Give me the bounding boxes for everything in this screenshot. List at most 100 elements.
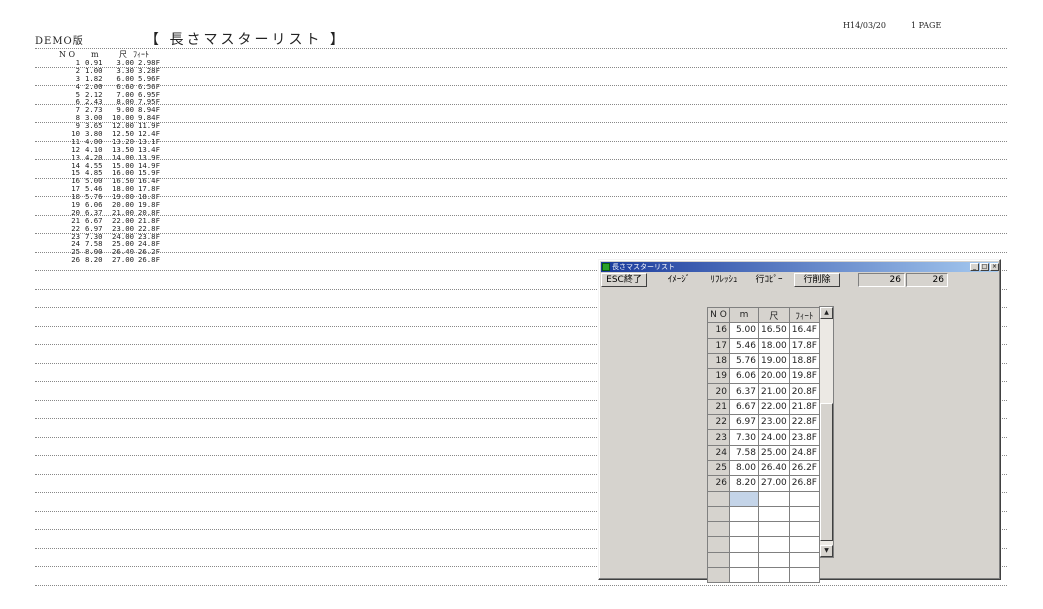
- maximize-button[interactable]: □: [980, 263, 989, 271]
- grid-cell[interactable]: [788, 505, 820, 523]
- grid-cell[interactable]: 22.8F: [788, 414, 820, 431]
- copy-row-button[interactable]: 行ｺﾋﾟｰ: [749, 273, 789, 287]
- scroll-up-arrow-icon[interactable]: ▲: [820, 307, 833, 319]
- vertical-scrollbar[interactable]: ▲ ▼: [819, 306, 834, 558]
- grid-row[interactable]: 25 8.00 26.40 26.2F: [707, 459, 820, 477]
- grid-row-number[interactable]: [707, 551, 730, 569]
- grid-row-number[interactable]: 22: [707, 414, 730, 431]
- grid-cell[interactable]: [788, 536, 820, 553]
- grid-column-header[interactable]: m: [729, 306, 759, 324]
- grid-cell[interactable]: [729, 551, 759, 569]
- grid-cell[interactable]: 22.00: [758, 398, 790, 416]
- grid-cell[interactable]: [758, 567, 790, 584]
- grid-cell[interactable]: 26.40: [758, 459, 790, 477]
- grid-row[interactable]: 21 6.67 22.00 21.8F: [707, 398, 820, 416]
- grid-cell[interactable]: [729, 521, 759, 538]
- grid-cell[interactable]: [758, 551, 790, 569]
- grid-cell[interactable]: 24.00: [758, 429, 790, 446]
- grid-cell[interactable]: 5.76: [729, 352, 759, 370]
- grid-row-number[interactable]: 19: [707, 368, 730, 385]
- title-bar[interactable]: 長さマスターリスト _ □ ×: [601, 262, 999, 272]
- grid-cell[interactable]: [758, 521, 790, 538]
- grid-column-header[interactable]: 尺: [758, 306, 790, 324]
- grid-cell[interactable]: 16.50: [758, 322, 790, 339]
- scroll-down-arrow-icon[interactable]: ▼: [820, 545, 833, 557]
- image-button[interactable]: ｲﾒｰｼﾞ: [659, 273, 699, 287]
- grid-cell[interactable]: 7.30: [729, 429, 759, 446]
- grid-cell[interactable]: 8.20: [729, 475, 759, 492]
- grid-empty-row[interactable]: [707, 551, 820, 569]
- grid-empty-row[interactable]: [707, 490, 820, 507]
- grid-cell[interactable]: [729, 505, 759, 523]
- grid-cell[interactable]: 19.00: [758, 352, 790, 370]
- grid-column-header[interactable]: ﾌｨｰﾄ: [788, 306, 820, 324]
- grid-row-number[interactable]: [707, 567, 730, 584]
- grid-cell[interactable]: 5.00: [729, 322, 759, 339]
- grid-row-number[interactable]: 23: [707, 429, 730, 446]
- grid-row-number[interactable]: 21: [707, 398, 730, 416]
- grid-row-number[interactable]: [707, 505, 730, 523]
- grid-cell[interactable]: [729, 490, 759, 507]
- grid-row[interactable]: 26 8.20 27.00 26.8F: [707, 475, 820, 492]
- scroll-thumb[interactable]: [820, 403, 833, 541]
- grid-row-number[interactable]: 25: [707, 459, 730, 477]
- grid-row[interactable]: 24 7.58 25.00 24.8F: [707, 444, 820, 461]
- grid-cell[interactable]: 8.00: [729, 459, 759, 477]
- grid-empty-row[interactable]: [707, 505, 820, 523]
- grid-cell[interactable]: 7.58: [729, 444, 759, 461]
- grid-row-number[interactable]: 26: [707, 475, 730, 492]
- exit-button[interactable]: ESC終了: [601, 273, 647, 287]
- grid-cell[interactable]: [758, 536, 790, 553]
- grid-cell[interactable]: 19.8F: [788, 368, 820, 385]
- grid-cell[interactable]: 24.8F: [788, 444, 820, 461]
- grid-cell[interactable]: [788, 551, 820, 569]
- grid-cell[interactable]: [788, 521, 820, 538]
- minimize-button[interactable]: _: [970, 263, 979, 271]
- grid-cell[interactable]: 23.00: [758, 414, 790, 431]
- grid-empty-row[interactable]: [707, 536, 820, 553]
- grid-row[interactable]: 16 5.00 16.50 16.4F: [707, 322, 820, 339]
- grid-cell[interactable]: 26.8F: [788, 475, 820, 492]
- grid-row-number[interactable]: 17: [707, 337, 730, 354]
- grid-cell[interactable]: 17.8F: [788, 337, 820, 354]
- grid-cell[interactable]: 20.8F: [788, 383, 820, 400]
- grid-row-number[interactable]: [707, 536, 730, 553]
- grid-cell[interactable]: [729, 567, 759, 584]
- close-button[interactable]: ×: [990, 263, 999, 271]
- grid-cell[interactable]: 18.8F: [788, 352, 820, 370]
- grid-cell[interactable]: 20.00: [758, 368, 790, 385]
- grid-empty-row[interactable]: [707, 567, 820, 584]
- grid-row[interactable]: 18 5.76 19.00 18.8F: [707, 352, 820, 370]
- grid-row-number[interactable]: 16: [707, 322, 730, 339]
- refresh-button[interactable]: ﾘﾌﾚｯｼｭ: [704, 273, 744, 287]
- grid-cell[interactable]: 5.46: [729, 337, 759, 354]
- grid-cell[interactable]: [729, 536, 759, 553]
- grid-row[interactable]: 19 6.06 20.00 19.8F: [707, 368, 820, 385]
- grid-empty-row[interactable]: [707, 521, 820, 538]
- grid-cell[interactable]: 6.67: [729, 398, 759, 416]
- grid-cell[interactable]: 21.00: [758, 383, 790, 400]
- grid-row-number[interactable]: [707, 521, 730, 538]
- grid-cell[interactable]: 23.8F: [788, 429, 820, 446]
- grid-cell[interactable]: 26.2F: [788, 459, 820, 477]
- grid-cell[interactable]: 16.4F: [788, 322, 820, 339]
- grid-row-number[interactable]: [707, 490, 730, 507]
- grid-row[interactable]: 22 6.97 23.00 22.8F: [707, 414, 820, 431]
- grid-row-number[interactable]: 20: [707, 383, 730, 400]
- grid-row[interactable]: 17 5.46 18.00 17.8F: [707, 337, 820, 354]
- grid-cell[interactable]: 6.97: [729, 414, 759, 431]
- grid-row-number[interactable]: 24: [707, 444, 730, 461]
- grid-cell[interactable]: [758, 505, 790, 523]
- grid-row[interactable]: 20 6.37 21.00 20.8F: [707, 383, 820, 400]
- grid-cell[interactable]: [758, 490, 790, 507]
- grid-cell[interactable]: 6.06: [729, 368, 759, 385]
- grid-cell[interactable]: 21.8F: [788, 398, 820, 416]
- current-record-field[interactable]: 26: [858, 273, 905, 287]
- grid-cell[interactable]: 18.00: [758, 337, 790, 354]
- grid-column-header[interactable]: N O: [707, 306, 730, 324]
- grid-cell[interactable]: [788, 567, 820, 584]
- grid-cell[interactable]: [788, 490, 820, 507]
- grid-cell[interactable]: 6.37: [729, 383, 759, 400]
- grid-cell[interactable]: 25.00: [758, 444, 790, 461]
- grid-cell[interactable]: 27.00: [758, 475, 790, 492]
